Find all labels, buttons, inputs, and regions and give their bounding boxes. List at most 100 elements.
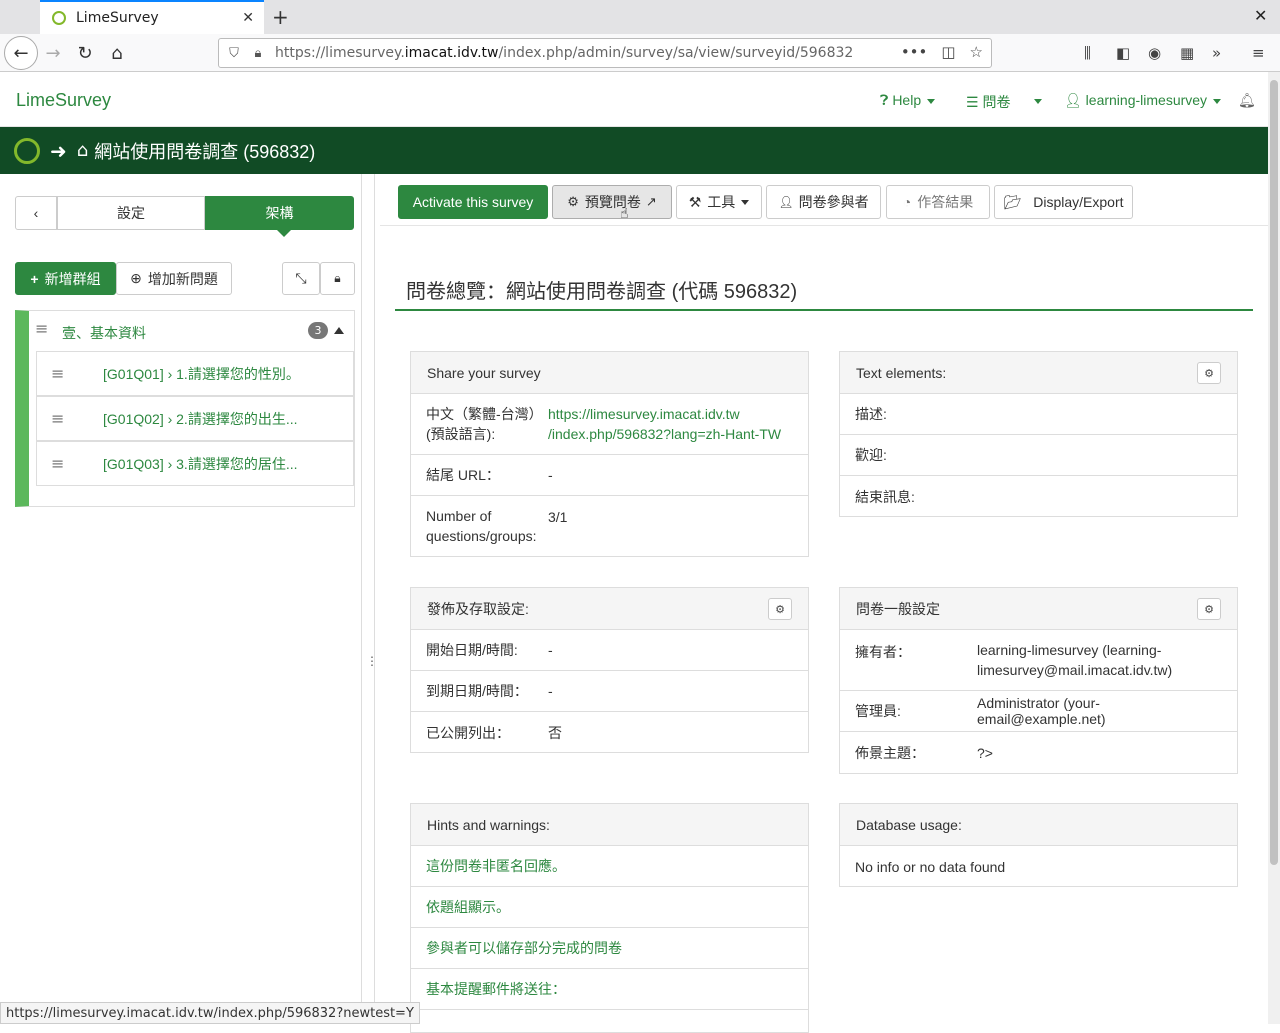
public-listing-row: 已公開列出： 否 bbox=[411, 712, 808, 753]
description-label: 描述: bbox=[855, 406, 887, 422]
drag-handle-icon[interactable]: ≡ bbox=[51, 454, 67, 473]
compress-icon: ⤡ bbox=[295, 270, 307, 286]
help-menu[interactable]: ❓︎ Help bbox=[880, 92, 936, 109]
menu-icon[interactable]: ≡ bbox=[1252, 44, 1265, 62]
collapse-sidebar-button[interactable]: ‹ bbox=[15, 196, 57, 230]
question-item[interactable]: ≡ [G01Q02] › 2.請選擇您的出生... bbox=[36, 396, 354, 441]
welcome-label: 歡迎: bbox=[855, 447, 887, 463]
question-item[interactable]: ≡ [G01Q03] › 3.請選擇您的居住... bbox=[36, 441, 354, 486]
expiry-date-value: - bbox=[548, 683, 553, 699]
gear-icon: ⚙ bbox=[567, 194, 579, 209]
tab-settings[interactable]: 設定 bbox=[57, 196, 205, 230]
text-elements-panel: Text elements: ⚙ 描述: 歡迎: 結束訊息: bbox=[839, 351, 1238, 517]
preview-survey-button[interactable]: ⚙ 預覽問卷 ↗ bbox=[552, 185, 672, 219]
overflow-chevron-icon[interactable]: » bbox=[1212, 44, 1221, 62]
home-icon[interactable]: ⌂ bbox=[102, 38, 132, 68]
public-listing-value: 否 bbox=[548, 724, 562, 741]
lock-icon[interactable]: 🔒︎ bbox=[249, 46, 267, 61]
browser-tab-bar: LimeSurvey ✕ + ✕ bbox=[0, 0, 1280, 34]
drag-handle-icon[interactable]: ≡ bbox=[51, 364, 67, 383]
browser-navbar: ← → ↻ ⌂ ⛉ 🔒︎ https://limesurvey.imacat.i… bbox=[0, 34, 1280, 72]
tools-dropdown-button[interactable]: ⚒ 工具 bbox=[676, 185, 762, 219]
start-date-label: 開始日期/時間: bbox=[426, 642, 518, 658]
list-icon: ☰ bbox=[966, 94, 979, 110]
share-survey-link[interactable]: https://limesurvey.imacat.idv.tw/index.p… bbox=[548, 404, 793, 444]
arrow-right-icon[interactable]: ➜ bbox=[50, 139, 67, 163]
add-question-button[interactable]: ⊕ 增加新問題 bbox=[116, 262, 232, 295]
add-group-button[interactable]: + 新增群組 bbox=[15, 262, 116, 295]
lock-button[interactable]: 🔒︎ bbox=[320, 262, 355, 295]
title-underline bbox=[395, 309, 1253, 311]
browser-status-bar: https://limesurvey.imacat.idv.tw/index.p… bbox=[0, 1002, 420, 1024]
brand-logo[interactable]: LimeSurvey bbox=[16, 90, 111, 111]
page-actions-icon[interactable]: ••• bbox=[901, 43, 928, 61]
shield-icon[interactable]: ⛉ bbox=[225, 46, 243, 61]
library-icon[interactable]: ⫼ bbox=[1084, 44, 1091, 62]
hints-warnings-heading: Hints and warnings: bbox=[411, 804, 808, 846]
settings-cogs-icon[interactable]: ⚙ bbox=[1197, 598, 1221, 620]
hint-item[interactable]: 基本提醒郵件將送往： bbox=[411, 969, 808, 1010]
user-menu[interactable]: 👤︎ learning-limesurvey bbox=[1064, 92, 1222, 109]
chart-icon: ◔ bbox=[902, 194, 912, 210]
administrator-row: 管理員: Administrator (your-email@example.ne… bbox=[840, 691, 1237, 732]
survey-titlebar: ➜ ⌂ 網站使用問卷調查 (596832) bbox=[0, 127, 1268, 174]
question-link[interactable]: [G01Q03] › 3.請選擇您的居住... bbox=[103, 454, 298, 474]
publication-heading: 發佈及存取設定: ⚙ bbox=[411, 588, 808, 630]
participants-button[interactable]: 👤︎ 問卷參與者 bbox=[766, 185, 881, 219]
new-tab-icon[interactable]: + bbox=[272, 5, 289, 29]
limesurvey-logo-icon[interactable] bbox=[14, 137, 40, 164]
display-export-button[interactable]: 📂︎ Display/Export bbox=[994, 185, 1133, 219]
mouse-cursor-icon: ☝ bbox=[620, 206, 629, 222]
question-item[interactable]: ≡ [G01Q01] › 1.請選擇您的性別。 bbox=[36, 351, 354, 396]
administrator-label: 管理員: bbox=[855, 703, 901, 719]
wrench-icon: ⚒ bbox=[688, 193, 702, 210]
lock-icon: 🔒︎ bbox=[334, 271, 341, 285]
bookmark-star-icon[interactable]: ☆ bbox=[970, 43, 983, 61]
url-text[interactable]: https://limesurvey.imacat.idv.tw/index.p… bbox=[275, 45, 853, 61]
hint-item[interactable]: 這份問卷非匿名回應。 bbox=[411, 846, 808, 887]
account-icon[interactable]: ◉ bbox=[1148, 44, 1161, 62]
page-scrollbar-thumb[interactable] bbox=[1270, 80, 1278, 865]
settings-cogs-icon[interactable]: ⚙ bbox=[1197, 362, 1221, 384]
close-window-icon[interactable]: ✕ bbox=[1254, 6, 1267, 25]
database-usage-panel: Database usage: No info or no data found bbox=[839, 803, 1238, 887]
sidebar-resize-handle[interactable]: ⋮ bbox=[362, 174, 378, 1024]
general-settings-panel: 問卷一般設定 ⚙ 擁有者： learning-limesurvey (learnin… bbox=[839, 587, 1238, 774]
url-bar[interactable]: ⛉ 🔒︎ https://limesurvey.imacat.idv.tw/in… bbox=[218, 38, 992, 68]
browser-tab[interactable]: LimeSurvey ✕ bbox=[40, 0, 264, 34]
bell-icon[interactable]: 🔔︎ bbox=[1238, 92, 1256, 109]
home-icon[interactable]: ⌂ bbox=[77, 140, 88, 161]
drag-handle-icon[interactable]: ≡ bbox=[35, 319, 48, 338]
surveys-menu[interactable]: ☰ 問卷 bbox=[966, 92, 1010, 112]
responses-button[interactable]: ◔ 作答結果 bbox=[886, 185, 990, 219]
close-tab-icon[interactable]: ✕ bbox=[242, 10, 254, 26]
settings-cogs-icon[interactable]: ⚙ bbox=[768, 598, 792, 620]
tab-structure[interactable]: 架構 bbox=[205, 196, 354, 237]
public-listing-label: 已公開列出： bbox=[426, 724, 510, 741]
pocket-icon[interactable]: ◫ bbox=[941, 43, 955, 61]
question-circle-icon: ❓︎ bbox=[880, 92, 889, 108]
question-link[interactable]: [G01Q01] › 1.請選擇您的性別。 bbox=[103, 364, 300, 384]
collapse-all-button[interactable]: ⤡ bbox=[282, 262, 320, 295]
collapse-group-icon[interactable] bbox=[334, 327, 344, 334]
survey-title[interactable]: 網站使用問卷調查 (596832) bbox=[94, 138, 315, 164]
hint-item[interactable]: 依題組顯示。 bbox=[411, 887, 808, 928]
vertical-dots-icon[interactable]: ⋮ bbox=[366, 654, 378, 668]
drag-handle-icon[interactable]: ≡ bbox=[51, 409, 67, 428]
reload-icon[interactable]: ↻ bbox=[70, 38, 100, 68]
plus-icon: + bbox=[30, 270, 39, 287]
hint-item[interactable]: 參與者可以儲存部分完成的問卷 bbox=[411, 928, 808, 969]
sidebar-icon[interactable]: ◧ bbox=[1116, 44, 1130, 62]
extensions-icon[interactable]: ▦ bbox=[1180, 44, 1194, 62]
administrator-value: Administrator (your-email@example.net) bbox=[977, 695, 1106, 727]
back-arrow-icon[interactable]: ← bbox=[4, 36, 38, 70]
group-name[interactable]: 壹、基本資料 bbox=[62, 323, 146, 343]
forward-arrow-icon[interactable]: → bbox=[38, 38, 68, 68]
theme-value: ?> bbox=[977, 744, 993, 761]
surveys-dropdown-toggle[interactable] bbox=[1028, 92, 1042, 108]
share-language-label: 中文（繁體-台灣）(預設語言): bbox=[426, 406, 543, 442]
activate-survey-button[interactable]: Activate this survey bbox=[398, 185, 548, 219]
app-header: LimeSurvey ❓︎ Help ☰ 問卷 👤︎ learning-lime… bbox=[0, 72, 1268, 127]
page-title: 問卷總覽：網站使用問卷調查 (代碼 596832) bbox=[406, 281, 798, 303]
question-link[interactable]: [G01Q02] › 2.請選擇您的出生... bbox=[103, 409, 298, 429]
